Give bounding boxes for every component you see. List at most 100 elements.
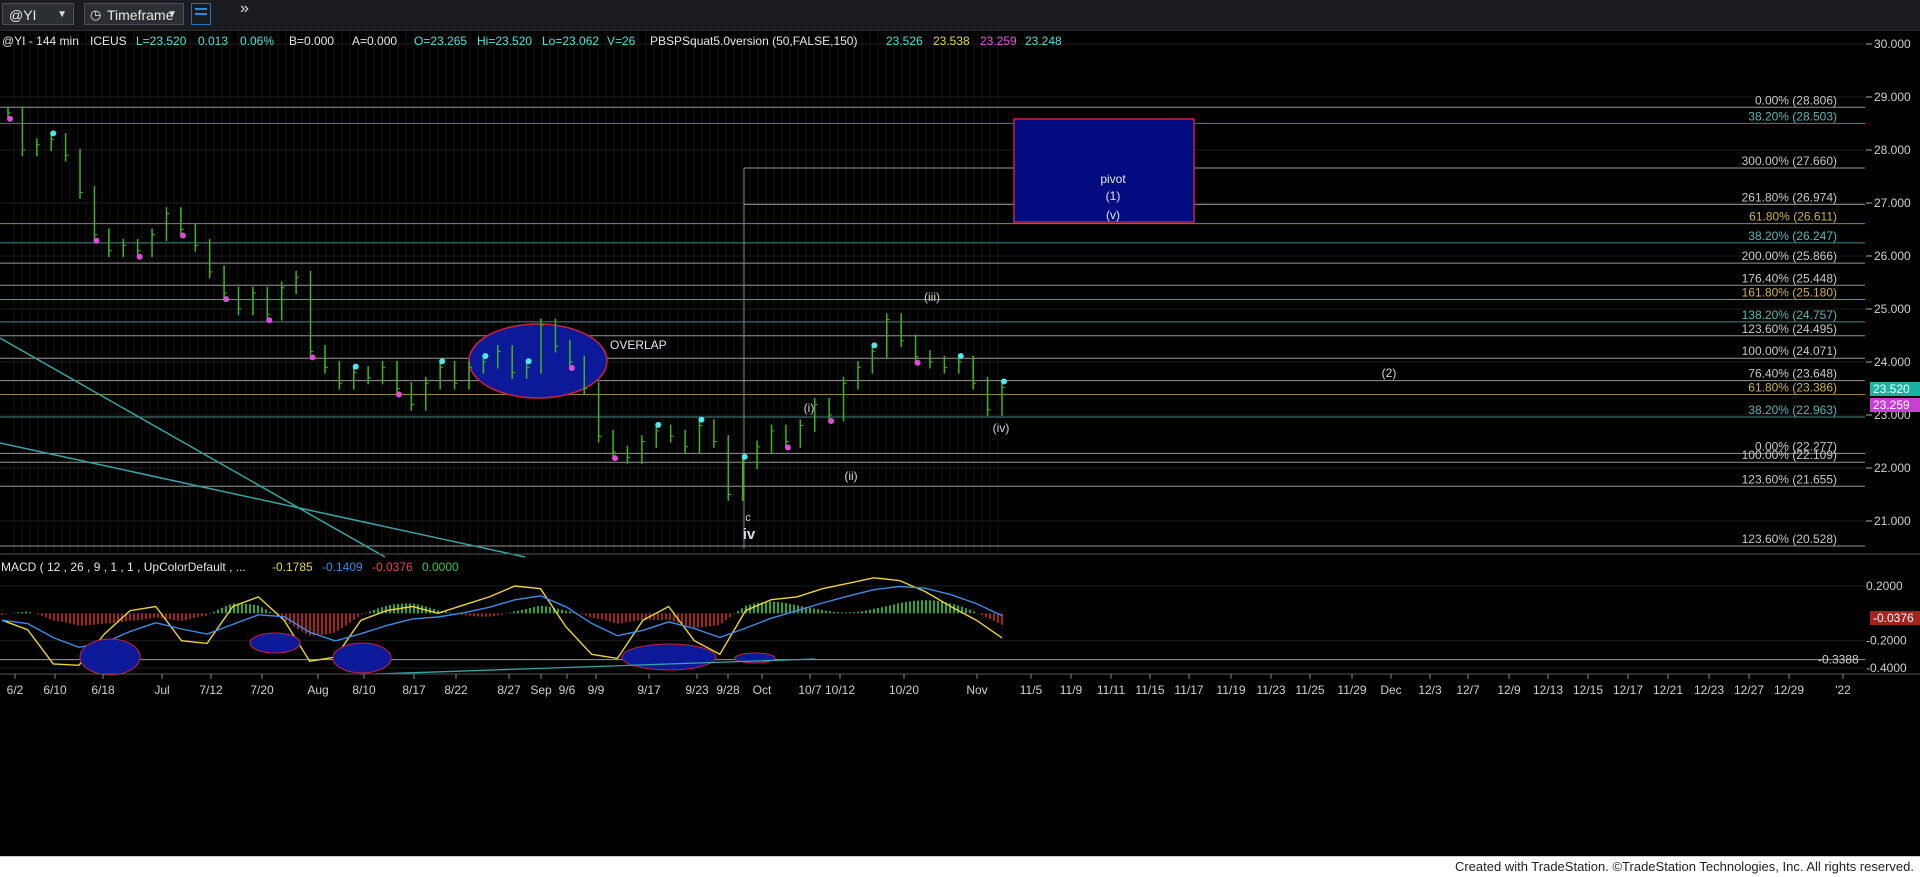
macd-value-1: -0.1785 [272,560,313,574]
more-tools-icon[interactable]: » [240,0,249,18]
wave-c-label: c [745,512,751,524]
macd-ellipse-3[interactable] [332,642,392,674]
price-tick-label: 29.000 [1874,90,1911,104]
cyan-signal-dot [1001,378,1007,385]
fib-label: 123.60% (21.655) [1742,472,1837,486]
wave-1-label: (1) [1106,189,1121,203]
magenta-signal-dot [223,296,230,303]
fib-label: 138.20% (24.757) [1742,308,1837,322]
date-label: 10/12 [825,683,855,697]
macd-tick-label: -0.3388 [1818,653,1859,667]
wave-v-label: (v) [1106,208,1120,222]
date-label: 7/20 [250,683,274,697]
wave-i-label: (i) [804,401,815,415]
cyan-signal-dot [482,353,489,359]
fib-label: 300.00% (27.660) [1742,154,1837,168]
timeframe-label: Timeframe [107,7,174,23]
price-tick-label: 22.000 [1874,461,1911,475]
macd-value-3: -0.0376 [372,560,413,574]
date-label: 9/23 [685,683,709,697]
price-tick-label: 28.000 [1874,143,1911,157]
date-label: 8/17 [402,683,426,697]
low-value: Lo=23.062 [542,34,599,48]
clock-icon: ◷ [90,7,102,22]
price-tick-label: 21.000 [1874,514,1911,528]
date-label: 6/2 [7,683,24,697]
fib-label: 61.80% (23.386) [1748,381,1837,395]
chart-layout-icon[interactable] [191,3,211,25]
date-label: 10/7 [798,683,822,697]
chart-header: @YI - 144 min ICEUS L=23.520 0.013 0.06%… [2,34,1062,48]
macd-ellipse-1[interactable] [79,638,141,676]
date-label: Jul [154,683,169,697]
fib-label: 161.80% (25.180) [1742,285,1837,299]
symbol-title: @YI - 144 min [2,34,79,48]
date-label: Nov [966,683,987,697]
overlap-label: OVERLAP [610,338,667,352]
price-tick-label: 26.000 [1874,249,1911,263]
magenta-signal-dot [266,317,273,324]
fib-label: 123.60% (24.495) [1742,322,1837,336]
footer: Created with TradeStation. ©TradeStation… [0,856,1920,877]
date-label: 6/18 [91,683,115,697]
volume-value: V=26 [607,34,636,48]
chart-background [0,31,1920,856]
price-tick-label: 27.000 [1874,196,1911,210]
chevron-down-icon[interactable]: ▼ [57,4,67,26]
fib-label: 0.00% (28.806) [1755,93,1837,107]
date-label: Dec [1380,683,1401,697]
date-label: 8/10 [352,683,376,697]
indicator-value-4: 23.248 [1025,34,1062,48]
date-label: 12/15 [1573,683,1603,697]
macd-tick-label: -0.4000 [1866,661,1907,675]
date-label: 11/25 [1295,683,1324,697]
magenta-signal-dot [914,359,921,366]
date-label: 9/17 [637,683,661,697]
change-pct-value: 0.06% [240,34,274,48]
date-label: 9/6 [559,683,576,697]
magenta-signal-dot [612,455,619,462]
magenta-signal-dot [136,253,143,260]
date-label: 12/21 [1653,683,1683,697]
indicator-value-1: 23.526 [886,34,923,48]
fib-label: 38.20% (26.247) [1748,229,1837,243]
indicator-value-3: 23.259 [980,34,1017,48]
high-value: Hi=23.520 [477,34,532,48]
date-label: 12/27 [1734,683,1764,697]
date-label: 11/17 [1174,683,1203,697]
date-label: Oct [753,683,772,697]
fib-label: 38.20% (22.963) [1748,403,1837,417]
date-label: 12/3 [1418,683,1442,697]
date-label: 11/23 [1256,683,1285,697]
date-label: '22 [1835,683,1851,697]
wave-iv-label: (iv) [993,421,1010,435]
macd-header: MACD ( 12 , 26 , 9 , 1 , 1 , UpColorDefa… [1,560,459,574]
macd-ellipse-4[interactable] [621,643,717,671]
date-label: 8/22 [444,683,468,697]
date-label: 12/17 [1613,683,1643,697]
overlap-ellipse[interactable] [468,323,608,399]
fib-label: 200.00% (25.866) [1742,249,1837,263]
wave-iii-label: (iii) [924,290,940,304]
timeframe-dropdown[interactable]: ◷ Timeframe ▼ [84,3,184,25]
fib-label: 123.60% (20.528) [1742,532,1837,546]
fib-label: 38.20% (28.503) [1748,109,1837,123]
pivot-box[interactable] [1013,118,1195,223]
fib-label: 100.00% (24.071) [1742,344,1837,358]
macd-value-2: -0.1409 [322,560,363,574]
symbol-input[interactable]: @YI ▼ [2,3,74,25]
date-label: 8/27 [497,683,521,697]
date-label: 12/9 [1497,683,1521,697]
magenta-price-tag: 23.259 [1873,398,1910,412]
bid-value: B=0.000 [289,34,334,48]
fibonacci-labels: 0.00% (28.806) 38.20% (28.503) 300.00% (27… [1742,93,1837,546]
indicator-value-2: 23.538 [933,34,970,48]
cyan-signal-dot [525,358,532,365]
macd-ellipse-2[interactable] [249,632,301,654]
date-label: 12/23 [1694,683,1724,697]
chevron-down-icon[interactable]: ▼ [167,4,177,26]
date-label: 11/11 [1097,683,1126,697]
fib-label: 100.00% (22.109) [1742,448,1837,462]
date-label: 11/19 [1216,683,1245,697]
magenta-signal-dot [7,115,13,122]
